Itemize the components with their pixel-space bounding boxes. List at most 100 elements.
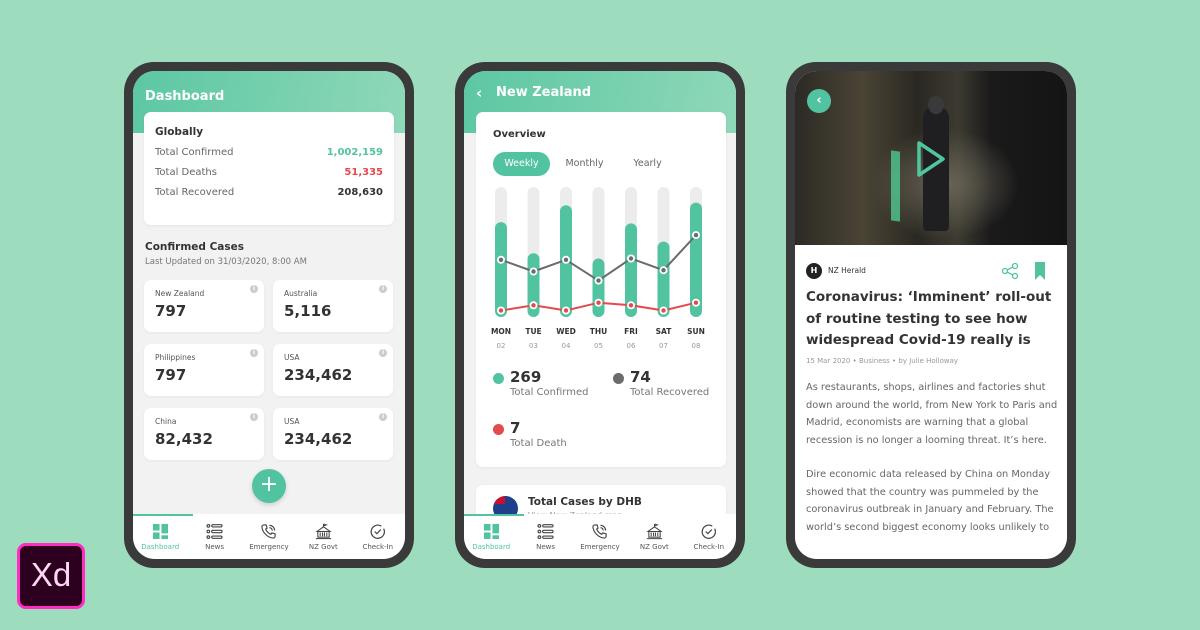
tab-label: Dashboard [141,542,180,551]
flag-decoration [891,150,900,222]
info-icon[interactable]: i [379,413,387,421]
x-tick-date: 08 [692,342,701,350]
x-tick-date: 04 [562,342,571,350]
last-updated: Last Updated on 31/03/2020, 8:00 AM [145,257,307,267]
government-building-icon [315,522,332,539]
x-tick-date: 05 [594,342,603,350]
stat-value: 269 [510,368,542,386]
tab-dashboard[interactable]: Dashboard [464,523,518,551]
x-tick-label: THU [590,327,607,336]
phone-dashboard: Dashboard Globally Total Confirmed 1,002… [124,62,414,568]
tab-label: Dashboard [472,542,511,551]
back-chevron-icon: ‹ [816,93,822,108]
play-icon[interactable] [915,139,947,179]
government-building-icon [646,522,663,539]
news-list-icon [206,523,223,539]
x-tick-label: TUE [525,327,541,336]
adobe-xd-logo: Xd [17,543,85,609]
country-name: USA [284,353,300,362]
dashboard-icon [483,523,499,539]
tab-dashboard[interactable]: Dashboard [133,523,187,551]
stat-label: Total Deaths [155,167,217,178]
country-card[interactable]: China 82,432 i [144,408,264,460]
phone-call-icon [592,523,608,539]
country-name: Philippines [155,353,196,362]
info-icon[interactable]: i [250,285,258,293]
tab-nz-govt[interactable]: NZ Govt [627,522,681,551]
confirmed-cases-title: Confirmed Cases [145,241,245,253]
point-total-recovered [531,269,536,274]
country-value: 5,116 [284,302,332,320]
country-card[interactable]: Australia 5,116 i [273,280,393,332]
article-headline: Coronavirus: ‘Imminent’ roll-out of rout… [806,289,1052,348]
paragraph: Dire economic data released by China on … [806,469,1054,533]
tab-news[interactable]: News [519,523,573,551]
legend-dot-recovered [613,373,624,384]
bottom-tab-bar: Dashboard News Emergency NZ Govt Check-I… [133,514,405,559]
share-icon[interactable] [1001,262,1019,280]
bottom-tab-bar: Dashboard News Emergency NZ Govt Check-I… [464,514,736,559]
point-total-death [596,300,601,305]
phone-article: ‹ H NZ Herald Coronavirus: ‘Imminent’ ro… [786,62,1076,568]
point-total-recovered [596,278,601,283]
phone-call-icon [261,523,277,539]
stat-label: Total Recovered [630,387,710,398]
article-text: As restaurants, shops, airlines and fact… [806,379,1062,553]
country-card[interactable]: USA 234,462 i [273,344,393,396]
point-total-recovered [563,257,569,262]
x-tick-label: FRI [624,327,638,336]
legend-dot-death [493,424,504,435]
bar-confirmed [495,222,507,317]
info-icon[interactable]: i [250,349,258,357]
x-tick-date: 02 [497,342,506,350]
add-button[interactable]: + [252,469,286,503]
country-name: USA [284,417,300,426]
tab-emergency[interactable]: Emergency [242,523,296,551]
x-tick-date: 07 [659,342,668,350]
country-card[interactable]: Philippines 797 i [144,344,264,396]
active-tab-indicator [464,514,524,516]
point-total-death [531,303,536,308]
page-title: New Zealand [496,85,592,100]
globally-title: Globally [155,126,204,138]
stat-label: Total Death [510,438,567,449]
point-total-death [628,303,634,308]
article-meta: 15 Mar 2020 • Business • by Julie Hollow… [806,357,959,365]
tab-emergency[interactable]: Emergency [573,523,627,551]
country-card[interactable]: New Zealand 797 i [144,280,264,332]
check-circle-icon [701,524,717,539]
x-tick-date: 03 [529,342,538,350]
country-name: Australia [284,289,318,298]
tab-check-in[interactable]: Check-In [682,523,736,551]
news-list-icon [537,523,554,539]
point-total-recovered [628,256,634,261]
tab-label: News [536,542,556,551]
dashboard-icon [152,523,168,539]
country-value: 234,462 [284,366,353,384]
tab-label: Check-In [362,542,394,551]
weekly-chart: MON 02 TUE 03 WED 04 THU 05 FRI 06 SAT 07 SUN 08 [491,187,705,350]
tab-label: Emergency [580,542,620,551]
point-total-death [693,300,699,305]
tab-news[interactable]: News [188,523,242,551]
dashboard-screen: Dashboard Globally Total Confirmed 1,002… [133,71,405,559]
stat-label: Total Confirmed [510,387,589,398]
tab-check-in[interactable]: Check-In [351,523,405,551]
info-icon[interactable]: i [250,413,258,421]
article-video-thumbnail[interactable] [795,71,1067,245]
bookmark-icon[interactable] [1034,262,1046,280]
country-value: 797 [155,302,187,320]
back-button[interactable]: ‹ [807,89,831,113]
bar-confirmed [592,258,605,317]
info-icon[interactable]: i [379,349,387,357]
bar-confirmed [657,241,670,317]
country-card[interactable]: USA 234,462 i [273,408,393,460]
back-chevron-icon[interactable]: ‹ [476,84,482,102]
tab-nz-govt[interactable]: NZ Govt [296,522,350,551]
tab-label: Emergency [249,542,289,551]
x-tick-date: 06 [627,342,636,350]
info-icon[interactable]: i [379,285,387,293]
point-total-death [661,308,666,313]
point-total-recovered [693,232,699,238]
country-name: New Zealand [155,289,205,298]
